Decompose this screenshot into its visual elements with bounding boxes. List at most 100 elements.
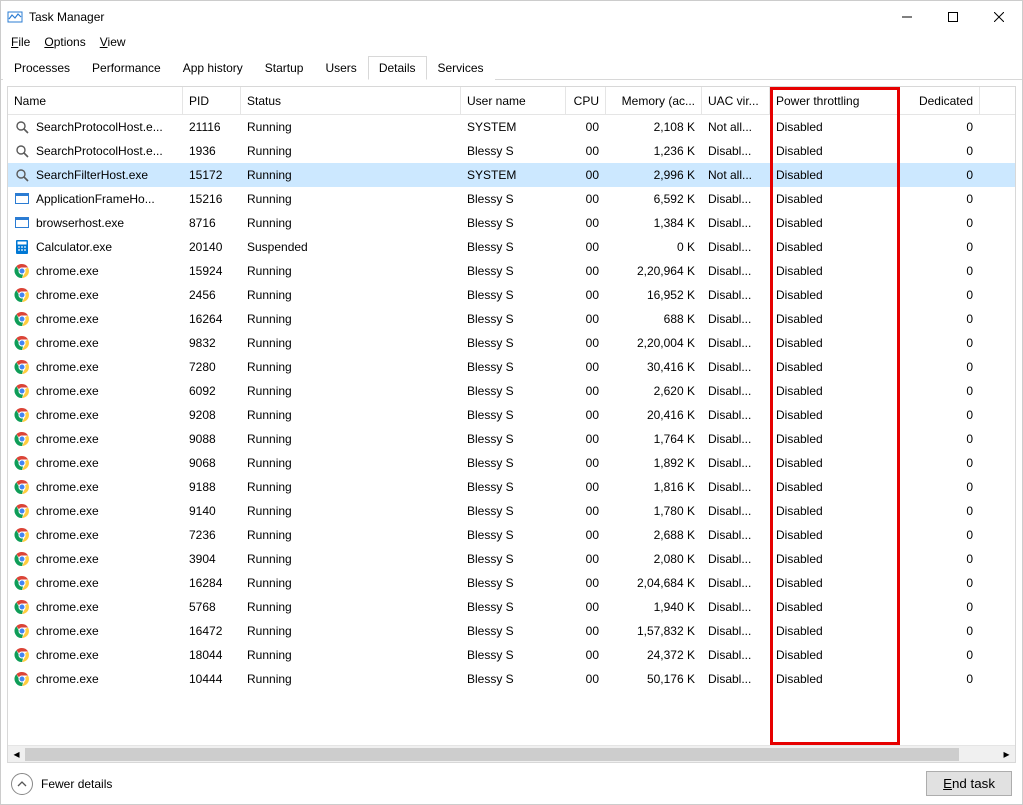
memory: 2,080 K [606,547,702,571]
fewer-details-button[interactable]: Fewer details [11,773,112,795]
table-row[interactable]: chrome.exe2456RunningBlessy S0016,952 KD… [8,283,1015,307]
table-row[interactable]: chrome.exe7236RunningBlessy S002,688 KDi… [8,523,1015,547]
tab-processes[interactable]: Processes [3,56,81,80]
minimize-button[interactable] [884,1,930,33]
table-row[interactable]: chrome.exe9832RunningBlessy S002,20,004 … [8,331,1015,355]
uac: Disabl... [702,523,770,547]
menu-file[interactable]: File [11,35,30,49]
tab-app-history[interactable]: App history [172,56,254,80]
table-row[interactable]: chrome.exe9188RunningBlessy S001,816 KDi… [8,475,1015,499]
maximize-button[interactable] [930,1,976,33]
cpu: 00 [566,283,606,307]
col-status[interactable]: Status [241,87,461,115]
tab-strip: ProcessesPerformanceApp historyStartupUs… [1,55,1022,80]
col-memory[interactable]: Memory (ac... [606,87,702,115]
power-throttling: Disabled [770,163,900,187]
table-row[interactable]: chrome.exe3904RunningBlessy S002,080 KDi… [8,547,1015,571]
user: Blessy S [461,307,566,331]
cpu: 00 [566,355,606,379]
footer: Fewer details End task [1,763,1022,804]
chrome-icon [14,287,30,303]
table-row[interactable]: chrome.exe5768RunningBlessy S001,940 KDi… [8,595,1015,619]
table-row[interactable]: browserhost.exe8716RunningBlessy S001,38… [8,211,1015,235]
status: Running [241,283,461,307]
column-headers: Name PID Status User name CPU Memory (ac… [8,87,1015,115]
table-row[interactable]: chrome.exe16472RunningBlessy S001,57,832… [8,619,1015,643]
user: SYSTEM [461,163,566,187]
tab-startup[interactable]: Startup [254,56,315,80]
memory: 2,20,004 K [606,331,702,355]
search-icon [14,119,30,135]
process-name: chrome.exe [36,499,99,523]
table-row[interactable]: chrome.exe9208RunningBlessy S0020,416 KD… [8,403,1015,427]
col-cpu[interactable]: CPU [566,87,606,115]
table-row[interactable]: chrome.exe9140RunningBlessy S001,780 KDi… [8,499,1015,523]
process-name: Calculator.exe [36,235,112,259]
user: Blessy S [461,427,566,451]
table-row[interactable]: chrome.exe10444RunningBlessy S0050,176 K… [8,667,1015,691]
process-name: chrome.exe [36,523,99,547]
tab-details[interactable]: Details [368,56,427,80]
status: Running [241,571,461,595]
horizontal-scrollbar[interactable]: ◂ ▸ [8,745,1015,762]
col-name[interactable]: Name [8,87,183,115]
table-row[interactable]: chrome.exe6092RunningBlessy S002,620 KDi… [8,379,1015,403]
user: Blessy S [461,211,566,235]
uac: Disabl... [702,307,770,331]
col-dedicated[interactable]: Dedicated [900,87,980,115]
pid: 7236 [183,523,241,547]
user: Blessy S [461,403,566,427]
chrome-icon [14,335,30,351]
end-task-button[interactable]: End task [926,771,1012,796]
chevron-up-icon [11,773,33,795]
table-row[interactable]: chrome.exe9088RunningBlessy S001,764 KDi… [8,427,1015,451]
table-row[interactable]: chrome.exe16264RunningBlessy S00688 KDis… [8,307,1015,331]
table-row[interactable]: SearchProtocolHost.e...1936RunningBlessy… [8,139,1015,163]
memory: 1,816 K [606,475,702,499]
status: Running [241,379,461,403]
pid: 21116 [183,115,241,139]
scroll-thumb[interactable] [25,748,959,761]
power-throttling: Disabled [770,379,900,403]
scroll-left-icon[interactable]: ◂ [8,746,25,763]
pid: 8716 [183,211,241,235]
uac: Disabl... [702,187,770,211]
status: Running [241,643,461,667]
power-throttling: Disabled [770,547,900,571]
dedicated: 0 [900,547,980,571]
uac: Disabl... [702,211,770,235]
status: Running [241,427,461,451]
table-row[interactable]: SearchProtocolHost.e...21116RunningSYSTE… [8,115,1015,139]
table-row[interactable]: ApplicationFrameHo...15216RunningBlessy … [8,187,1015,211]
scroll-right-icon[interactable]: ▸ [998,746,1015,763]
status: Running [241,475,461,499]
table-row[interactable]: Calculator.exe20140SuspendedBlessy S000 … [8,235,1015,259]
dedicated: 0 [900,379,980,403]
pid: 20140 [183,235,241,259]
close-button[interactable] [976,1,1022,33]
table-row[interactable]: chrome.exe9068RunningBlessy S001,892 KDi… [8,451,1015,475]
table-row[interactable]: SearchFilterHost.exe15172RunningSYSTEM00… [8,163,1015,187]
table-row[interactable]: chrome.exe18044RunningBlessy S0024,372 K… [8,643,1015,667]
tab-services[interactable]: Services [427,56,495,80]
table-row[interactable]: chrome.exe7280RunningBlessy S0030,416 KD… [8,355,1015,379]
tab-users[interactable]: Users [314,56,367,80]
col-power-throttling[interactable]: Power throttling [770,87,900,115]
col-uac[interactable]: UAC vir... [702,87,770,115]
status: Running [241,619,461,643]
table-row[interactable]: chrome.exe15924RunningBlessy S002,20,964… [8,259,1015,283]
col-pid[interactable]: PID [183,87,241,115]
pid: 9068 [183,451,241,475]
status: Running [241,259,461,283]
app-icon [14,191,30,207]
dedicated: 0 [900,211,980,235]
uac: Disabl... [702,427,770,451]
menu-options[interactable]: Options [44,35,85,49]
tab-performance[interactable]: Performance [81,56,172,80]
menu-view[interactable]: View [100,35,126,49]
table-row[interactable]: chrome.exe16284RunningBlessy S002,04,684… [8,571,1015,595]
chrome-icon [14,647,30,663]
dedicated: 0 [900,331,980,355]
col-user[interactable]: User name [461,87,566,115]
chrome-icon [14,359,30,375]
